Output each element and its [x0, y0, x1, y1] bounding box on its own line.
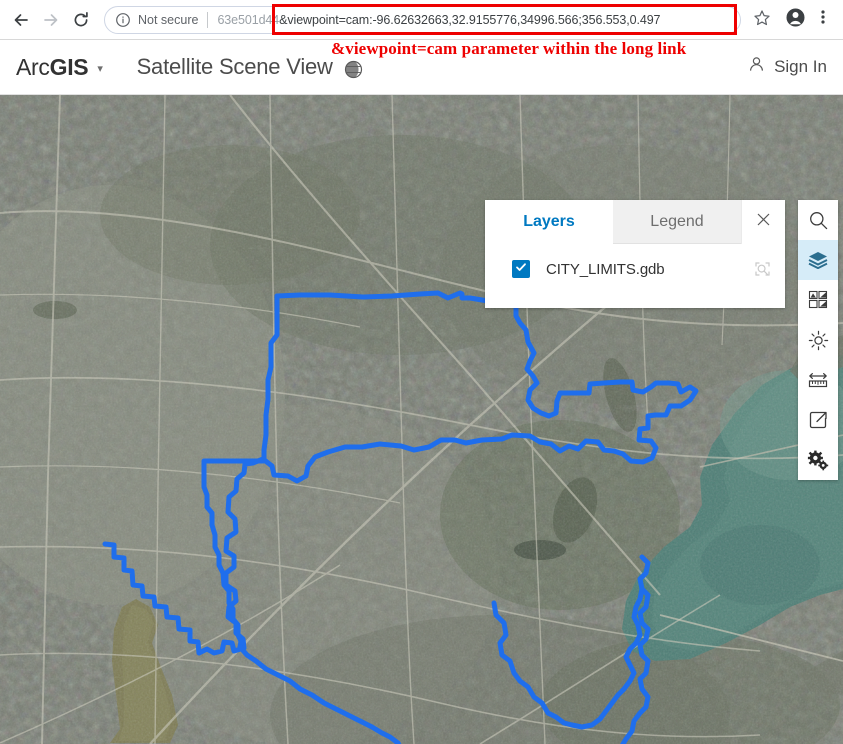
- map-toolbar: [798, 200, 838, 480]
- zoom-to-layer-icon[interactable]: [754, 261, 771, 278]
- layers-icon: [807, 249, 829, 271]
- browser-window: Not secure 63e501d44&viewpoint=cam:-96.6…: [0, 0, 843, 744]
- layer-list-item[interactable]: CITY_LIMITS.gdb: [485, 244, 785, 294]
- annotation-text: &viewpoint=cam parameter within the long…: [331, 39, 687, 58]
- toolbar-settings-button[interactable]: [798, 440, 838, 480]
- close-icon: [756, 212, 771, 232]
- toolbar-search-button[interactable]: [798, 200, 838, 240]
- layer-visibility-checkbox[interactable]: [512, 260, 530, 278]
- daylight-sun-icon: [808, 330, 829, 351]
- arrow-right-icon: [41, 10, 61, 30]
- toolbar-daylight-button[interactable]: [798, 320, 838, 360]
- brand-arc: Arc: [16, 53, 50, 80]
- browser-toolbar: Not secure 63e501d44&viewpoint=cam:-96.6…: [0, 0, 843, 40]
- toolbar-basemap-gallery-button[interactable]: [798, 280, 838, 320]
- star-icon: [753, 9, 771, 32]
- url-host: 63e501d44: [217, 12, 280, 27]
- globe-scene-icon: [344, 60, 363, 79]
- arcgis-brand[interactable]: ArcGIS ▾: [16, 54, 103, 81]
- sign-in-label: Sign In: [774, 57, 827, 76]
- map-canvas[interactable]: Layers Legend CITY_LIMITS.gdb: [0, 95, 843, 744]
- profile-avatar-icon: [785, 7, 806, 33]
- omnibox-divider: [207, 11, 209, 28]
- close-panel-button[interactable]: [741, 200, 785, 244]
- toolbar-share-button[interactable]: [798, 400, 838, 440]
- arrow-left-icon: [11, 10, 31, 30]
- page-title: Satellite Scene View: [136, 54, 333, 79]
- person-icon: [748, 56, 765, 78]
- info-circle-icon[interactable]: [115, 12, 131, 28]
- reload-button[interactable]: [66, 5, 96, 35]
- three-dot-menu-icon: [815, 8, 831, 31]
- sign-in-button[interactable]: Sign In: [748, 56, 827, 78]
- chevron-down-icon[interactable]: ▾: [97, 63, 103, 75]
- layer-name-label: CITY_LIMITS.gdb: [546, 260, 665, 278]
- toolbar-measure-button[interactable]: [798, 360, 838, 400]
- security-status-label: Not secure: [138, 12, 199, 27]
- toolbar-layers-button[interactable]: [798, 240, 838, 280]
- share-icon: [808, 410, 828, 430]
- reload-icon: [71, 10, 91, 30]
- back-button[interactable]: [6, 5, 36, 35]
- profile-button[interactable]: [781, 6, 809, 34]
- url-text[interactable]: 63e501d44&viewpoint=cam:-96.62632663,32.…: [217, 13, 660, 27]
- measure-ruler-icon: [807, 370, 829, 390]
- checkmark-icon: [515, 260, 527, 278]
- satellite-basemap: [0, 95, 843, 744]
- brand-gis: GIS: [49, 53, 89, 80]
- forward-button[interactable]: [36, 5, 66, 35]
- browser-menu-button[interactable]: [809, 6, 837, 34]
- layers-panel-tabs: Layers Legend: [485, 200, 785, 244]
- tab-legend[interactable]: Legend: [613, 200, 741, 244]
- settings-gears-icon: [807, 450, 829, 471]
- url-viewpoint-param: &viewpoint=cam:-96.62632663,32.9155776,3…: [279, 12, 661, 27]
- basemap-gallery-icon: [808, 290, 828, 310]
- bookmark-button[interactable]: [747, 5, 777, 35]
- layers-panel: Layers Legend CITY_LIMITS.gdb: [485, 200, 785, 308]
- address-bar[interactable]: Not secure 63e501d44&viewpoint=cam:-96.6…: [104, 5, 741, 34]
- tab-layers[interactable]: Layers: [485, 200, 613, 244]
- search-icon: [808, 210, 829, 231]
